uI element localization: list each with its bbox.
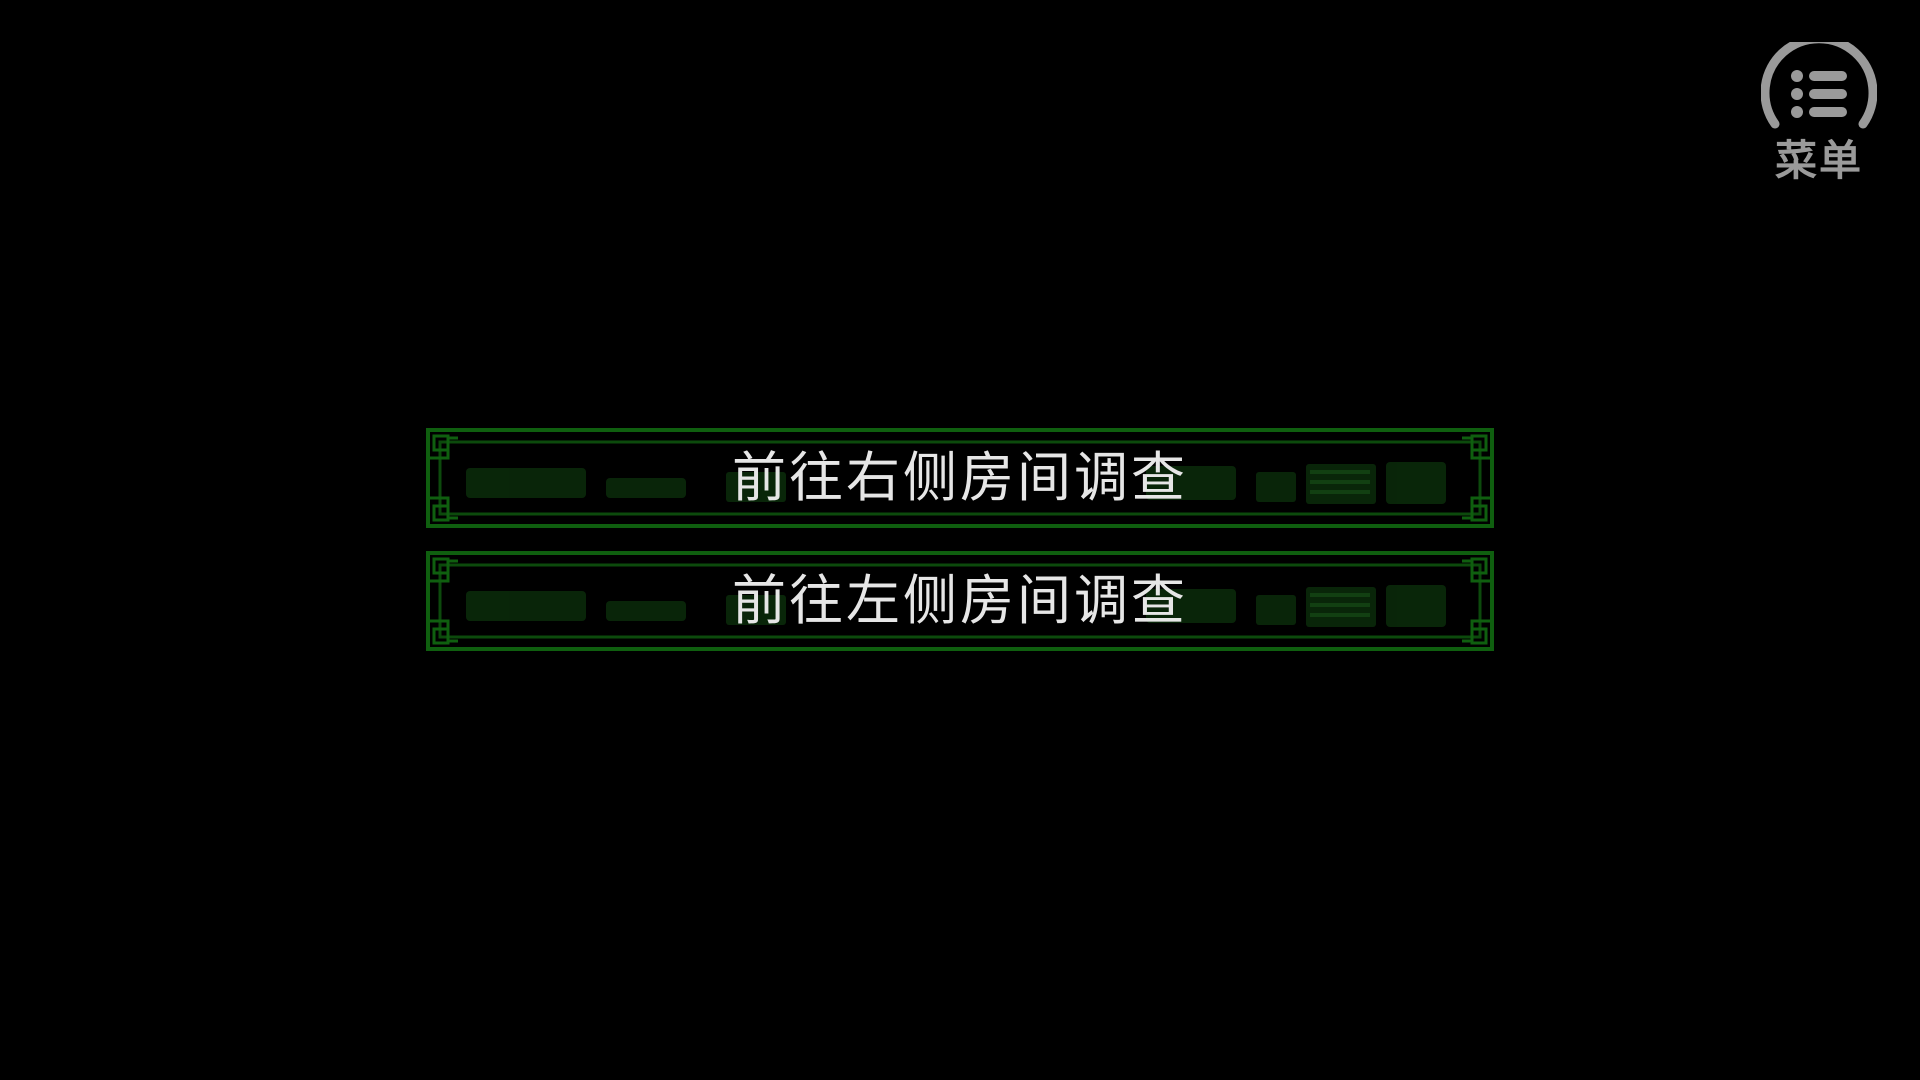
choice-label: 前往左侧房间调查 <box>732 569 1188 632</box>
choice-button-left-room[interactable]: 前往左侧房间调查 <box>426 551 1494 651</box>
menu-button[interactable]: 菜单 <box>1758 42 1880 192</box>
choice-list: 前往右侧房间调查 前往左侧房间调查 <box>426 428 1494 674</box>
choice-label: 前往右侧房间调查 <box>732 446 1188 509</box>
choice-button-right-room[interactable]: 前往右侧房间调查 <box>426 428 1494 528</box>
list-menu-icon <box>1761 42 1877 129</box>
menu-label: 菜单 <box>1774 136 1863 185</box>
game-screen: 菜单 前往右侧房间调查 前往左侧房间调查 <box>0 0 1920 1080</box>
